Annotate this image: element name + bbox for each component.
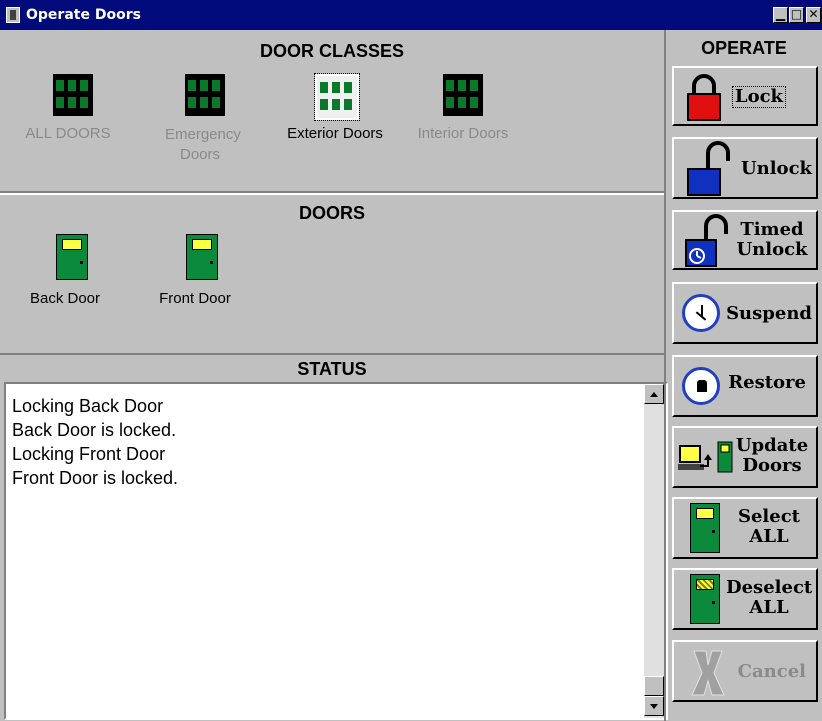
- deselect-all-label: Deselect ALL: [726, 577, 813, 618]
- door-label: Back Door: [29, 290, 101, 307]
- door-item-back[interactable]: Back Door: [20, 230, 110, 310]
- operate-panel: OPERATE Lock Unlock Timed Unlock Suspend: [664, 30, 822, 721]
- app-icon: [6, 7, 20, 23]
- unlock-button[interactable]: Unlock: [672, 137, 818, 199]
- title-bar: Operate Doors ▁ □ ✕: [0, 0, 822, 30]
- door-icon: [56, 234, 88, 280]
- status-log[interactable]: Locking Back Door Back Door is locked. L…: [4, 382, 668, 720]
- class-emergency-doors[interactable]: Emergency Doors: [150, 70, 250, 163]
- select-all-button[interactable]: Select ALL: [672, 497, 818, 559]
- clock-icon: [682, 294, 720, 332]
- padlock-open-icon: [687, 141, 730, 196]
- timed-unlock-button[interactable]: Timed Unlock: [672, 210, 818, 270]
- door-icon: [186, 234, 218, 280]
- class-label: Interior Doors: [417, 125, 509, 142]
- close-icon: ✕: [808, 7, 819, 21]
- cancel-label: Cancel: [737, 661, 806, 682]
- lock-button[interactable]: Lock: [672, 66, 818, 126]
- restore-button[interactable]: Restore: [672, 355, 818, 417]
- scroll-thumb[interactable]: [644, 676, 664, 696]
- clock-lock-icon: [682, 367, 720, 405]
- computer-door-icon: [678, 441, 733, 473]
- door-label: Front Door: [159, 290, 231, 307]
- class-label: ALL DOORS: [25, 125, 111, 142]
- doors-title: DOORS: [298, 203, 365, 223]
- maximize-button[interactable]: □: [789, 7, 804, 23]
- arrow-up-icon: [650, 392, 658, 397]
- door-classes-panel: DOOR CLASSES ALL DOORS Emergency Doors E…: [0, 30, 664, 193]
- class-all-doors[interactable]: ALL DOORS: [18, 70, 118, 142]
- cancel-x-icon: [691, 650, 725, 696]
- door-hatched-icon: [690, 574, 720, 624]
- update-doors-button[interactable]: Update Doors: [672, 426, 818, 488]
- door-group-icon: [314, 73, 360, 121]
- operate-title: OPERATE: [701, 38, 787, 58]
- unlock-label: Unlock: [740, 158, 812, 179]
- update-doors-label: Update Doors: [735, 435, 809, 476]
- window-title: Operate Doors: [26, 7, 141, 23]
- maximize-icon: □: [790, 7, 803, 21]
- class-label: Emergency Doors: [165, 126, 241, 163]
- deselect-all-button[interactable]: Deselect ALL: [672, 568, 818, 630]
- arrow-down-icon: [650, 704, 658, 709]
- padlock-timer-icon: [685, 214, 728, 267]
- status-line: Locking Back Door: [12, 396, 164, 416]
- status-lines: Locking Back Door Back Door is locked. L…: [12, 394, 178, 490]
- scroll-down-button[interactable]: [644, 696, 664, 716]
- status-title: STATUS: [297, 359, 367, 379]
- vertical-scrollbar[interactable]: [644, 384, 664, 718]
- class-interior-doors[interactable]: Interior Doors: [408, 70, 518, 142]
- status-line: Back Door is locked.: [12, 420, 177, 440]
- door-group-icon: [185, 74, 225, 116]
- lock-label: Lock: [731, 86, 786, 108]
- minimize-button[interactable]: ▁: [773, 7, 788, 23]
- padlock-locked-icon: [687, 74, 721, 121]
- status-line: Front Door is locked.: [12, 468, 179, 488]
- doors-panel: DOORS Back Door Front Door: [0, 193, 664, 355]
- door-item-front[interactable]: Front Door: [150, 230, 240, 310]
- timed-unlock-label: Timed Unlock: [736, 219, 808, 260]
- select-all-label: Select ALL: [737, 506, 800, 547]
- close-button[interactable]: ✕: [806, 7, 821, 23]
- restore-label: Restore: [728, 372, 806, 393]
- door-classes-title: DOOR CLASSES: [259, 41, 405, 61]
- cancel-button[interactable]: Cancel: [672, 640, 818, 702]
- door-group-icon: [53, 74, 93, 116]
- minimize-icon: ▁: [775, 7, 786, 21]
- suspend-button[interactable]: Suspend: [672, 282, 818, 344]
- scroll-up-button[interactable]: [644, 384, 664, 404]
- status-line: Locking Front Door: [12, 444, 166, 464]
- suspend-label: Suspend: [726, 303, 812, 324]
- class-label: Exterior Doors: [287, 125, 383, 142]
- door-group-icon: [443, 74, 483, 116]
- class-exterior-doors[interactable]: Exterior Doors: [280, 70, 390, 142]
- door-icon: [690, 503, 720, 553]
